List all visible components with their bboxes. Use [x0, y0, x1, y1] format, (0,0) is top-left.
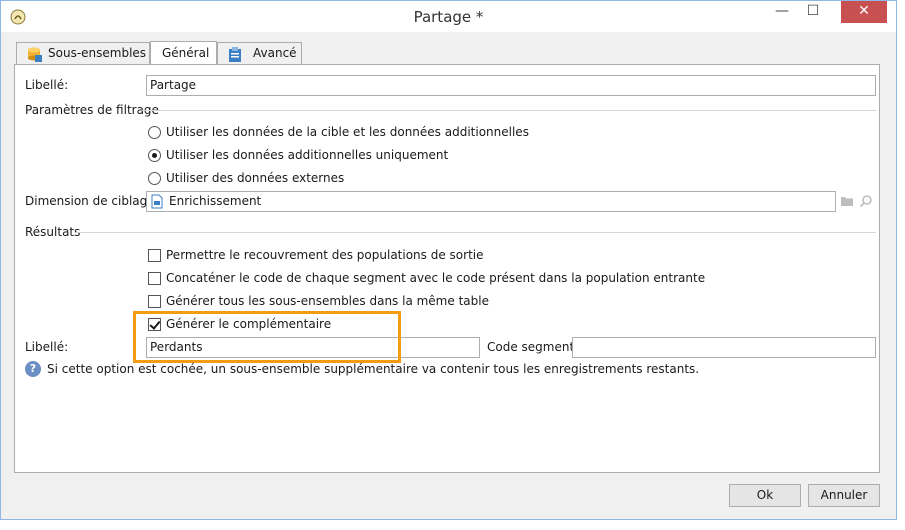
- targeting-value: Enrichissement: [169, 194, 262, 208]
- radio-target-and-additional[interactable]: [148, 126, 161, 139]
- help-icon: ?: [25, 361, 41, 377]
- title-bar: Partage * — ☐ ✕: [1, 1, 896, 32]
- targeting-field[interactable]: Enrichissement: [146, 191, 836, 212]
- radio-label: Utiliser les données additionnelles uniq…: [166, 148, 449, 162]
- radio-additional-only[interactable]: [148, 149, 161, 162]
- checkbox-label: Permettre le recouvrement des population…: [166, 248, 484, 262]
- tab-general[interactable]: Général: [150, 41, 217, 66]
- results-separator: [76, 232, 876, 233]
- minimize-button[interactable]: —: [767, 1, 797, 23]
- checkbox-overlap[interactable]: [148, 249, 161, 262]
- folder-icon[interactable]: [840, 194, 854, 208]
- radio-external-data[interactable]: [148, 172, 161, 185]
- window-title: Partage *: [413, 8, 484, 26]
- filter-separator: [142, 110, 876, 111]
- filter-section-title: Paramètres de filtrage: [25, 103, 159, 117]
- database-icon: [28, 47, 42, 62]
- clipboard-icon: [229, 47, 241, 62]
- libelle-input[interactable]: Partage: [146, 75, 876, 96]
- tab-label: Sous-ensembles: [48, 46, 147, 60]
- results-section-title: Résultats: [25, 225, 81, 239]
- schema-icon: [151, 194, 163, 209]
- segment-code-input[interactable]: [572, 337, 876, 358]
- checkbox-same-table[interactable]: [148, 295, 161, 308]
- complement-label: Libellé:: [25, 340, 69, 354]
- highlight-box: [133, 311, 401, 363]
- checkbox-concatenate[interactable]: [148, 272, 161, 285]
- radio-label: Utiliser des données externes: [166, 171, 345, 185]
- maximize-button[interactable]: ☐: [798, 1, 828, 23]
- targeting-label: Dimension de ciblage:: [25, 194, 159, 208]
- tab-sous-ensembles[interactable]: Sous-ensembles: [16, 42, 150, 65]
- tab-label: Avancé: [253, 46, 297, 60]
- checkbox-label: Concaténer le code de chaque segment ave…: [166, 271, 706, 285]
- cancel-button[interactable]: Annuler: [808, 484, 880, 507]
- segment-code-label: Code segment:: [487, 340, 579, 354]
- checkbox-label: Générer tous les sous-ensembles dans la …: [166, 294, 489, 308]
- help-text: Si cette option est cochée, un sous-ense…: [47, 362, 700, 376]
- search-icon[interactable]: [859, 194, 873, 208]
- close-button[interactable]: ✕: [841, 1, 887, 23]
- ok-button[interactable]: Ok: [729, 484, 801, 507]
- radio-label: Utiliser les données de la cible et les …: [166, 125, 529, 139]
- tab-avance[interactable]: Avancé: [217, 42, 302, 65]
- libelle-label: Libellé:: [25, 78, 69, 92]
- tab-label: Général: [162, 46, 210, 60]
